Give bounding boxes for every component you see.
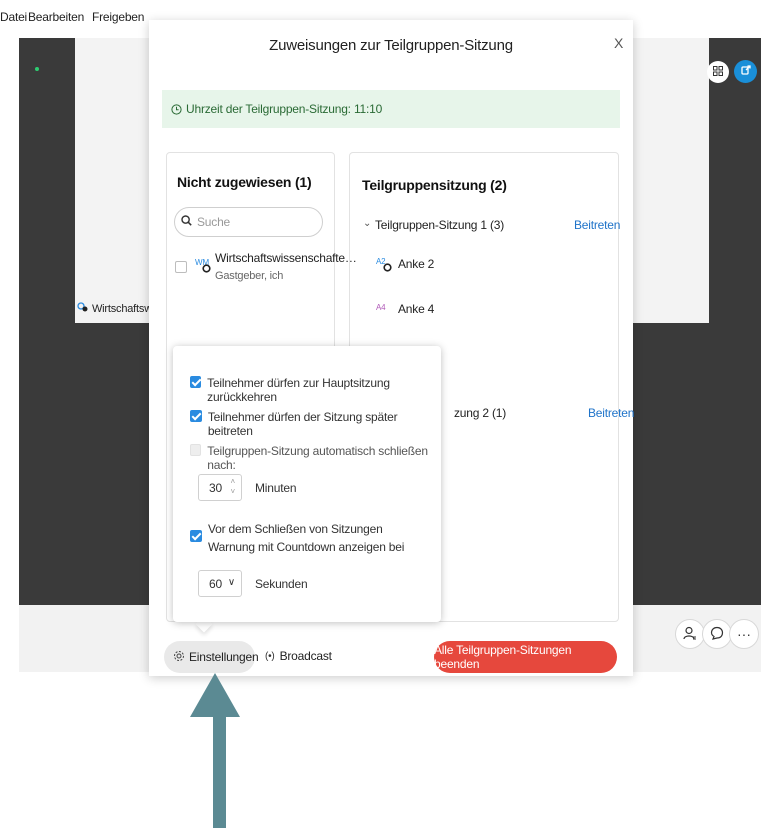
stepper-arrows-icon[interactable]: ˄ ˅ [231, 477, 236, 497]
session-time-banner: Uhrzeit der Teilgruppen-Sitzung: 11:10 [162, 90, 620, 128]
menu-freigeben[interactable]: Freigeben [92, 10, 144, 24]
share-icon [740, 63, 752, 81]
menu-bearbeiten[interactable]: Bearbeiten [28, 10, 84, 24]
join-session-2-link[interactable]: Beitreten [588, 406, 634, 420]
seconds-unit: Sekunden [255, 577, 308, 591]
settings-label: Einstellungen [189, 650, 259, 664]
more-icon: ··· [737, 626, 751, 642]
sessions-title: Teilgruppensitzung (2) [362, 177, 507, 193]
layout-grid-button[interactable] [707, 61, 729, 83]
option-auto-close[interactable]: Teilgruppen-Sitzung automatisch schließe… [190, 444, 441, 472]
session-member-row[interactable]: A2 Anke 2 [376, 256, 434, 272]
search-field[interactable] [174, 207, 323, 237]
status-dot [35, 67, 39, 71]
chevron-down-icon[interactable]: ⌄ [363, 218, 371, 229]
menu-datei[interactable]: Datei [0, 10, 27, 24]
search-input[interactable] [195, 214, 309, 230]
auto-close-minutes-value: 30 [209, 480, 222, 495]
unassigned-title: Nicht zugewiesen (1) [177, 174, 312, 190]
annotation-arrow-icon [190, 673, 240, 828]
countdown-seconds-value: 60 [209, 576, 222, 591]
search-icon [181, 213, 192, 231]
participant-role: Gastgeber, ich [215, 270, 284, 282]
session-1-name: Teilgruppen-Sitzung 1 (3) [375, 218, 505, 232]
auto-close-checkbox[interactable] [190, 444, 202, 456]
more-options-button[interactable]: ··· [729, 619, 759, 649]
auto-close-minutes-stepper[interactable]: 30 ˄ ˅ [198, 474, 242, 501]
dialog-title: Zuweisungen zur Teilgruppen-Sitzung [269, 37, 513, 54]
participants-button[interactable] [675, 619, 705, 649]
countdown-warning-label: Vor dem Schließen von Sitzungen Warnung … [208, 522, 405, 554]
member-avatar: A2 [376, 256, 392, 272]
option-countdown-warning[interactable]: Vor dem Schließen von Sitzungen Warnung … [190, 520, 426, 556]
participant-name: Wirtschaftswissenschafte… [215, 251, 357, 265]
session-time-text: Uhrzeit der Teilgruppen-Sitzung: 11:10 [186, 102, 383, 116]
unassigned-participant-row[interactable]: WM Wirtschaftswissenschafte… Gastgeber, … [174, 251, 357, 291]
countdown-warning-checkbox[interactable] [190, 530, 202, 542]
minutes-unit: Minuten [255, 481, 297, 495]
session-member-row[interactable]: A4 Anke 4 [376, 301, 434, 317]
end-all-sessions-button[interactable]: Alle Teilgruppen-Sitzungen beenden [434, 641, 617, 673]
close-button[interactable]: X [614, 35, 623, 51]
countdown-seconds-select[interactable]: 60 ∨ [198, 570, 242, 597]
allow-return-checkbox[interactable] [190, 376, 202, 388]
broadcast-button[interactable]: (•) Broadcast [265, 649, 332, 663]
grid-icon [713, 63, 723, 81]
option-allow-return[interactable]: Teilnehmer dürfen zur Hauptsitzung zurüc… [190, 376, 441, 404]
participants-icon [683, 626, 697, 643]
member-name: Anke 2 [398, 257, 435, 271]
participant-checkbox[interactable] [175, 261, 187, 273]
clock-icon [171, 103, 182, 115]
option-join-late[interactable]: Teilnehmer dürfen der Sitzung später bei… [190, 410, 441, 438]
meeting-participant-icon [76, 302, 89, 316]
join-late-checkbox[interactable] [190, 410, 202, 422]
join-late-label: Teilnehmer dürfen der Sitzung später bei… [207, 410, 398, 438]
member-name: Anke 4 [398, 302, 435, 316]
chat-icon [710, 626, 724, 643]
member-avatar: A4 [376, 303, 386, 312]
settings-popover: Teilnehmer dürfen zur Hauptsitzung zurüc… [173, 346, 441, 622]
broadcast-icon: (•) [265, 650, 275, 662]
settings-button[interactable]: Einstellungen [164, 641, 259, 673]
allow-return-label: Teilnehmer dürfen zur Hauptsitzung zurüc… [207, 376, 390, 404]
share-window-button[interactable] [734, 60, 757, 83]
chevron-down-icon[interactable]: ∨ [228, 577, 235, 588]
participant-avatar: WM [195, 258, 211, 274]
session-2-name: zung 2 (1) [454, 406, 507, 420]
chat-button[interactable] [702, 619, 732, 649]
join-session-1-link[interactable]: Beitreten [574, 218, 620, 232]
gear-icon [173, 650, 185, 665]
broadcast-label: Broadcast [279, 649, 332, 663]
auto-close-label: Teilgruppen-Sitzung automatisch schließe… [207, 444, 428, 472]
